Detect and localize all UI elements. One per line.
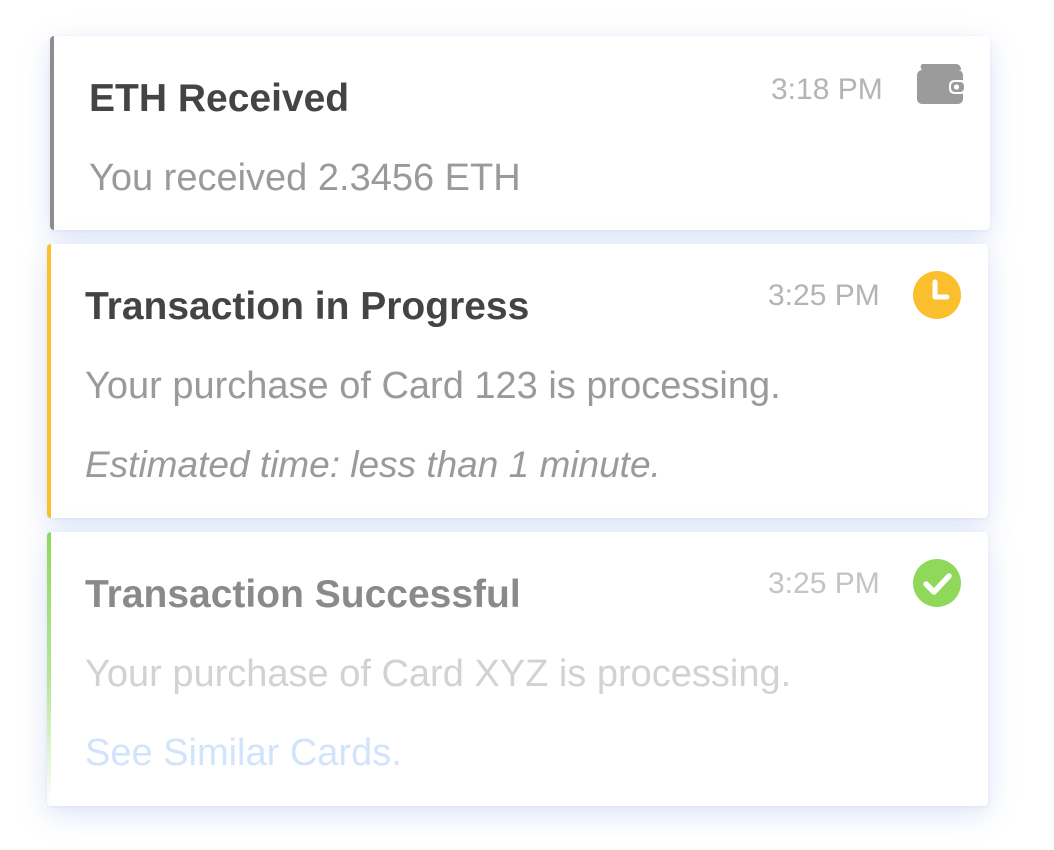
notification-transaction-successful[interactable]: Transaction Successful 3:25 PM Your purc… <box>47 532 988 806</box>
notification-eth-received[interactable]: ETH Received 3:18 PM You received 2.3456… <box>50 36 990 230</box>
see-similar-cards-link[interactable]: See Similar Cards. <box>85 734 402 772</box>
notification-message: Your purchase of Card XYZ is processing. <box>85 653 792 695</box>
wallet-icon <box>916 62 966 106</box>
check-circle-icon <box>913 559 961 607</box>
card-accent-bar <box>47 244 51 518</box>
card-accent-bar <box>47 532 51 806</box>
notification-message: Your purchase of Card 123 is processing. <box>85 365 781 407</box>
notification-transaction-in-progress[interactable]: Transaction in Progress 3:25 PM Your pur… <box>47 244 988 518</box>
card-accent-bar <box>50 36 54 230</box>
clock-icon <box>913 271 961 319</box>
notification-time: 3:25 PM <box>768 279 880 312</box>
notification-title: Transaction Successful <box>85 573 521 616</box>
notification-title: ETH Received <box>89 77 350 120</box>
notification-title: Transaction in Progress <box>85 285 530 328</box>
notification-message: You received 2.3456 ETH <box>89 157 521 199</box>
notification-time: 3:25 PM <box>768 567 880 600</box>
notification-time: 3:18 PM <box>771 73 883 106</box>
estimated-time-note: Estimated time: less than 1 minute. <box>85 444 661 485</box>
